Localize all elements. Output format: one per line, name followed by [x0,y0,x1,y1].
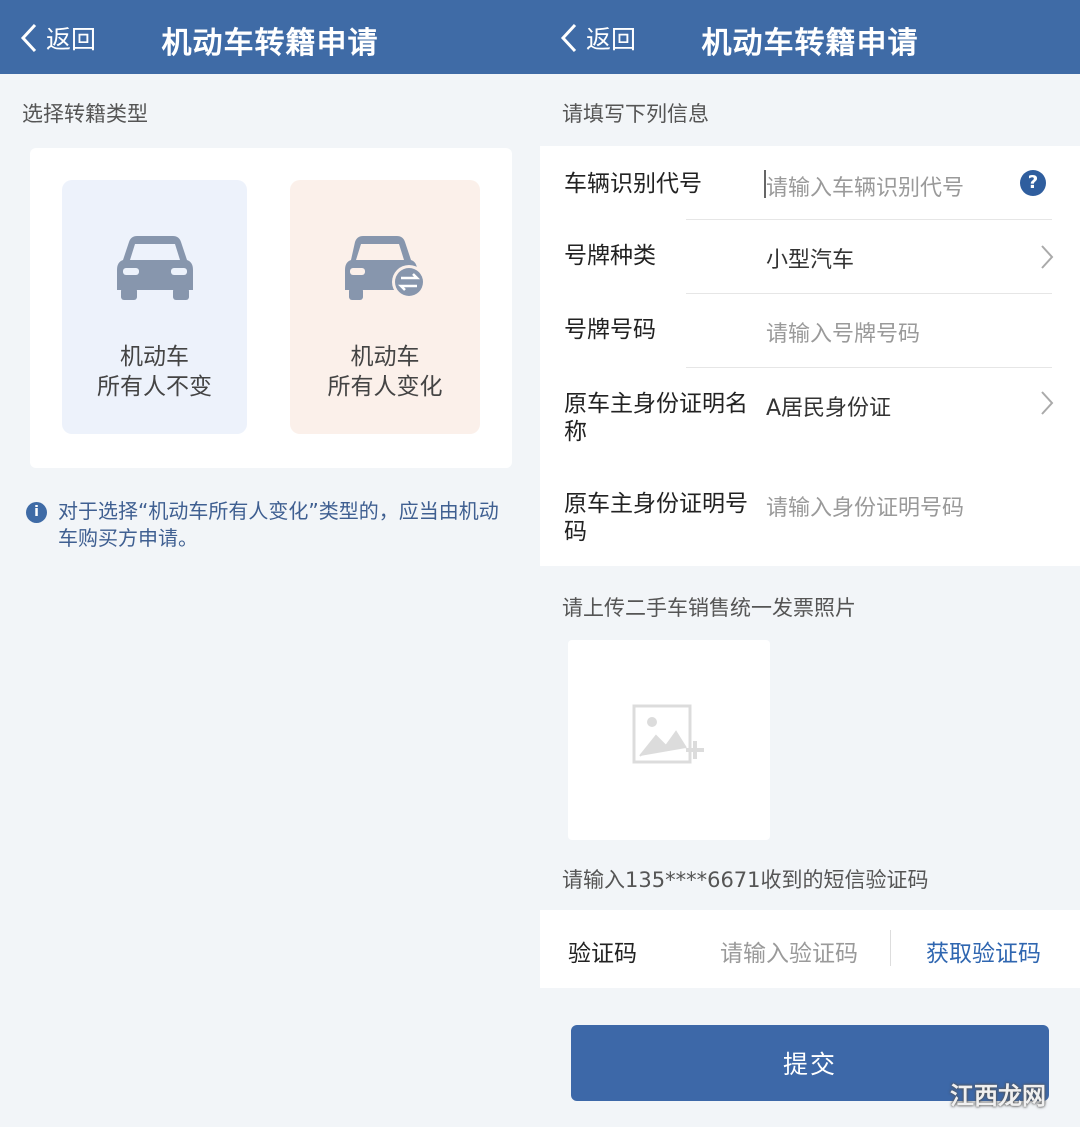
car-icon [116,236,193,300]
notice-text: 对于选择“机动车所有人变化”类型的，应当由机动车购买方申请。 [58,499,499,550]
option-line1: 机动车 [350,344,420,370]
header-bar: 返回 机动车转籍申请 [0,0,540,74]
field-owner-id-number: 原车主身份证明号码 请输入身份证明号码 [540,468,1080,566]
vin-input[interactable]: 请输入车辆识别代号 [766,170,964,202]
field-plate-number: 号牌号码 请输入号牌号码 [540,294,1080,368]
plate-type-select[interactable]: 小型汽车 [766,242,854,274]
field-label: 车辆识别代号 [564,171,702,197]
option-line1: 机动车 [120,344,189,370]
page-title: 机动车转籍申请 [161,26,379,61]
option-owner-changed[interactable]: 机动车 所有人变化 [290,180,480,434]
get-code-button[interactable]: 获取验证码 [926,934,1041,968]
help-icon[interactable]: ? [1020,170,1046,196]
header-bar: 返回 机动车转籍申请 [540,0,1080,74]
field-label: 原车主身份证明号码 [564,491,748,545]
code-input[interactable]: 请输入验证码 [720,934,858,968]
upload-label: 请上传二手车销售统一发票照片 [562,596,856,620]
chevron-right-icon [1041,245,1054,269]
transfer-type-card: 机动车 所有人不变 机动车 所有人变化 [30,148,512,468]
code-label: 验证码 [568,941,637,967]
watermark: 江西龙网 [950,1082,1046,1110]
left-screen: 返回 机动车转籍申请 选择转籍类型 机动车 所有人不变 机动车 所有人变化 i … [0,0,540,1127]
info-icon: i [26,502,47,523]
option-owner-unchanged[interactable]: 机动车 所有人不变 [62,180,247,434]
chevron-right-icon [1041,391,1054,415]
field-plate-type[interactable]: 号牌种类 小型汽车 [540,220,1080,294]
add-image-icon [632,704,704,764]
field-vin: 车辆识别代号 请输入车辆识别代号 ? [540,146,1080,220]
field-label: 号牌种类 [564,243,656,269]
option-line2: 所有人不变 [97,374,212,400]
field-label: 号牌号码 [564,317,656,343]
page-title: 机动车转籍申请 [701,26,919,61]
sms-prompt: 请输入135****6671收到的短信验证码 [562,868,929,892]
field-label: 原车主身份证明名称 [564,391,748,445]
section-label: 选择转籍类型 [22,102,148,126]
car-transfer-icon [345,236,426,300]
field-owner-id-type[interactable]: 原车主身份证明名称 A居民身份证 [540,368,1080,468]
notice: i 对于选择“机动车所有人变化”类型的，应当由机动车购买方申请。 [26,498,506,552]
divider [890,930,891,966]
right-screen: 返回 机动车转籍申请 请填写下列信息 车辆识别代号 请输入车辆识别代号 ? 号牌… [540,0,1080,1127]
section-label: 请填写下列信息 [562,102,709,126]
plate-number-input[interactable]: 请输入号牌号码 [766,316,920,348]
invoice-upload[interactable] [568,640,770,840]
verification-code-row: 验证码 请输入验证码 获取验证码 [540,910,1080,988]
owner-id-number-input[interactable]: 请输入身份证明号码 [766,490,964,522]
option-line2: 所有人变化 [327,374,443,400]
owner-id-type-select[interactable]: A居民身份证 [766,390,891,422]
info-form: 车辆识别代号 请输入车辆识别代号 ? 号牌种类 小型汽车 号牌号码 请输入号牌号… [540,146,1080,566]
